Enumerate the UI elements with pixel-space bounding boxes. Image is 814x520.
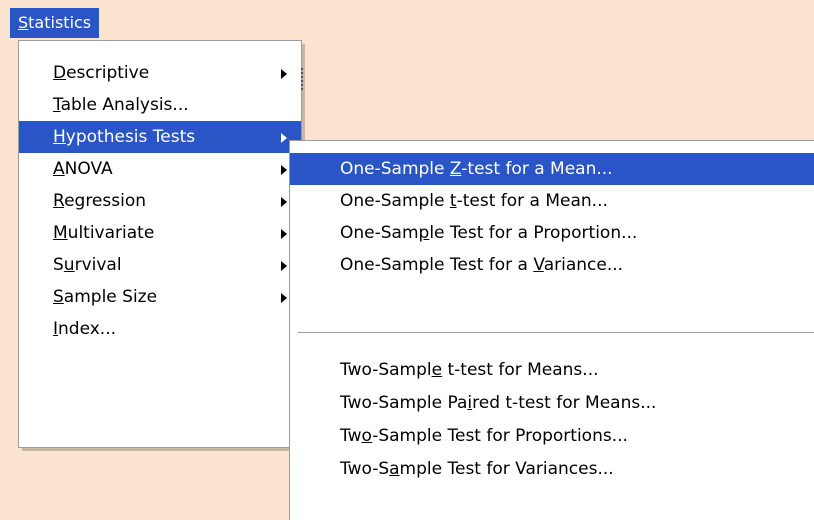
submenu-arrow-icon bbox=[281, 165, 287, 175]
menu-separator bbox=[298, 332, 814, 334]
submenu-item-one-sample-test-variance[interactable]: One-Sample Test for a Variance... bbox=[290, 249, 814, 281]
statistics-menu: Descriptive Table Analysis... Hypothesis… bbox=[18, 40, 302, 448]
menu-item-descriptive[interactable]: Descriptive bbox=[19, 57, 301, 89]
submenu-item-two-sample-t-test-means[interactable]: Two-Sample t-test for Means... bbox=[290, 354, 814, 386]
hypothesis-tests-submenu: One-Sample Z-test for a Mean... One-Samp… bbox=[289, 140, 814, 520]
submenu-arrow-icon bbox=[281, 197, 287, 207]
menu-item-multivariate[interactable]: Multivariate bbox=[19, 217, 301, 249]
menu-shadow-bottom bbox=[22, 448, 305, 451]
menu-item-table-analysis[interactable]: Table Analysis... bbox=[19, 89, 301, 121]
submenu-arrow-icon bbox=[281, 69, 287, 79]
menu-item-index[interactable]: Index... bbox=[19, 313, 301, 345]
submenu-item-two-sample-test-proportions[interactable]: Two-Sample Test for Proportions... bbox=[290, 420, 814, 452]
grip-handle-icon bbox=[301, 68, 305, 90]
submenu-item-one-sample-t-test-mean[interactable]: One-Sample t-test for a Mean... bbox=[290, 185, 814, 217]
submenu-arrow-icon bbox=[281, 229, 287, 239]
submenu-item-one-sample-z-test-mean[interactable]: One-Sample Z-test for a Mean... bbox=[290, 153, 814, 185]
menu-item-hypothesis-tests[interactable]: Hypothesis Tests bbox=[19, 121, 301, 153]
menu-item-anova[interactable]: ANOVA bbox=[19, 153, 301, 185]
submenu-item-two-sample-paired-t-test[interactable]: Two-Sample Paired t-test for Means... bbox=[290, 387, 814, 419]
menu-item-regression[interactable]: Regression bbox=[19, 185, 301, 217]
submenu-item-two-sample-test-variances[interactable]: Two-Sample Test for Variances... bbox=[290, 453, 814, 485]
submenu-item-one-sample-test-proportion[interactable]: One-Sample Test for a Proportion... bbox=[290, 217, 814, 249]
menu-statistics[interactable]: Statistics bbox=[10, 8, 100, 38]
menu-item-survival[interactable]: Survival bbox=[19, 249, 301, 281]
submenu-arrow-icon bbox=[281, 133, 287, 143]
menu-statistics-rest: tatistics bbox=[28, 13, 92, 32]
menu-statistics-mnemonic: S bbox=[18, 13, 29, 32]
submenu-arrow-icon bbox=[281, 261, 287, 271]
submenu-arrow-icon bbox=[281, 293, 287, 303]
menu-item-sample-size[interactable]: Sample Size bbox=[19, 281, 301, 313]
